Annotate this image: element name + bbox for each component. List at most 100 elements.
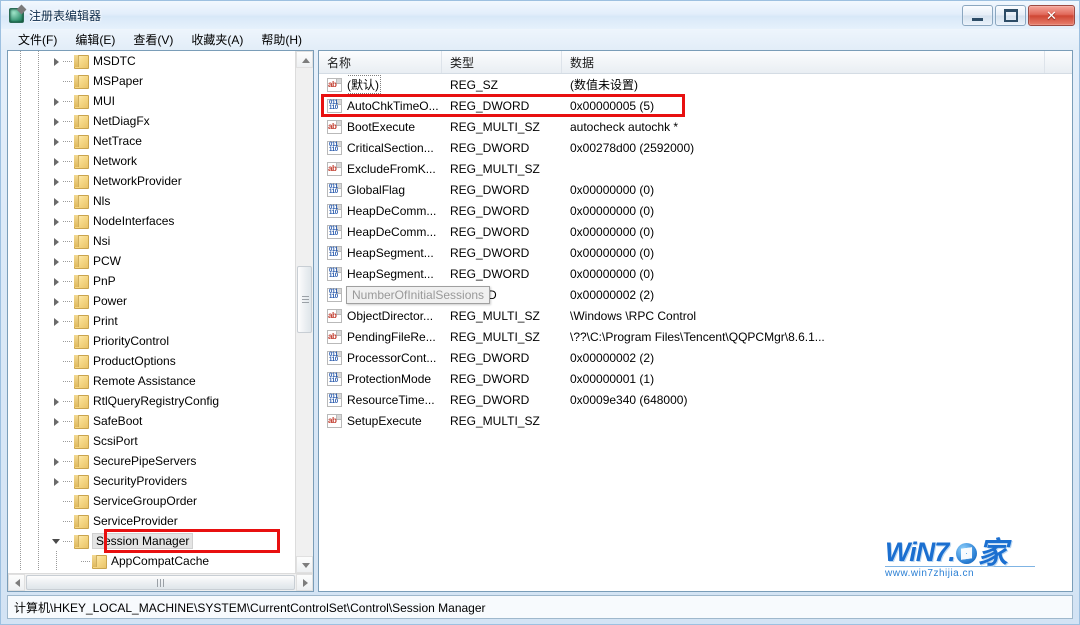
tree-item-msdtc[interactable]: MSDTC (8, 51, 313, 71)
table-row[interactable]: 011 110 ProcessorCont... REG_DWORD 0x0000000… (319, 347, 1072, 368)
tree-hscroll-track[interactable] (25, 574, 296, 591)
chevron-up-icon (302, 58, 310, 63)
tree-item-network[interactable]: Network (8, 151, 313, 171)
tree-scroll-thumb[interactable] (297, 266, 312, 333)
expand-arrow-icon[interactable] (50, 255, 63, 268)
tree-scroll-right-button[interactable] (296, 574, 313, 591)
tree-item-prioritycontrol[interactable]: PriorityControl (8, 331, 313, 351)
expand-arrow-icon[interactable] (50, 395, 63, 408)
tree-connector (63, 160, 72, 162)
collapse-arrow-icon[interactable] (50, 535, 63, 548)
column-header-name[interactable]: 名称 (319, 51, 442, 73)
tree-guide-line (20, 451, 21, 471)
expand-arrow-icon[interactable] (50, 155, 63, 168)
table-row[interactable]: 011 110 CriticalSection... REG_DWORD 0x00278… (319, 137, 1072, 158)
table-row[interactable]: ab SetupExecute REG_MULTI_SZ (319, 410, 1072, 431)
tree-hscroll-thumb[interactable] (26, 575, 295, 590)
expand-arrow-icon[interactable] (50, 235, 63, 248)
tree-item-nls[interactable]: Nls (8, 191, 313, 211)
expand-arrow-icon[interactable] (50, 455, 63, 468)
table-row[interactable]: 011 110 HeapSegment... REG_DWORD 0x00000000 … (319, 242, 1072, 263)
table-row[interactable]: ab ExcludeFromK... REG_MULTI_SZ (319, 158, 1072, 179)
expand-arrow-icon[interactable] (50, 275, 63, 288)
table-row[interactable]: ab BootExecute REG_MULTI_SZ autocheck autoc… (319, 116, 1072, 137)
expand-arrow-icon[interactable] (50, 95, 63, 108)
menu-file[interactable]: 文件(F) (9, 29, 66, 50)
tree-scroll-up-button[interactable] (296, 51, 313, 68)
dword-value-icon: 011 110 (327, 350, 342, 365)
tree-connector (63, 200, 72, 202)
tree-vertical-scrollbar[interactable] (295, 51, 313, 573)
title-bar[interactable]: 注册表编辑器 ✕ (1, 1, 1079, 29)
grip-icon (156, 578, 165, 587)
expand-arrow-icon[interactable] (50, 315, 63, 328)
tree-item-remote-assistance[interactable]: Remote Assistance (8, 371, 313, 391)
tree-item-productoptions[interactable]: ProductOptions (8, 351, 313, 371)
table-row[interactable]: 011 110 HeapDeComm... REG_DWORD 0x00000000 (… (319, 200, 1072, 221)
expand-arrow-icon[interactable] (50, 195, 63, 208)
expand-arrow-icon[interactable] (50, 475, 63, 488)
tree-item-power[interactable]: Power (8, 291, 313, 311)
table-row[interactable]: 011 110 HeapSegment... REG_DWORD 0x00000000 … (319, 263, 1072, 284)
list-header: 名称 类型 数据 (319, 51, 1072, 74)
cell-value-type: REG_MULTI_SZ (450, 161, 540, 176)
table-row[interactable]: 011 110 ProtectionMode REG_DWORD 0x00000001 … (319, 368, 1072, 389)
menu-edit[interactable]: 编辑(E) (66, 29, 124, 50)
table-row[interactable]: ab ObjectDirector... REG_MULTI_SZ \Windows … (319, 305, 1072, 326)
expand-arrow-icon[interactable] (50, 115, 63, 128)
tree-item-scsiport[interactable]: ScsiPort (8, 431, 313, 451)
tree-item-appcompatcache[interactable]: AppCompatCache (8, 551, 313, 571)
dword-value-icon: 011 110 (327, 392, 342, 407)
column-header-data[interactable]: 数据 (562, 51, 1045, 73)
table-row[interactable]: 011 110 ResourceTime... REG_DWORD 0x0009e340… (319, 389, 1072, 410)
tree-item-nodeinterfaces[interactable]: NodeInterfaces (8, 211, 313, 231)
tree-item-nettrace[interactable]: NetTrace (8, 131, 313, 151)
maximize-button[interactable] (995, 5, 1026, 26)
tree-arrow-placeholder (50, 515, 63, 528)
expand-arrow-icon[interactable] (50, 415, 63, 428)
expand-arrow-icon[interactable] (50, 295, 63, 308)
tree-item-safeboot[interactable]: SafeBoot (8, 411, 313, 431)
tree-item-mui[interactable]: MUI (8, 91, 313, 111)
table-row[interactable]: 011 110 GlobalFlag REG_DWORD 0x00000000 (0) (319, 179, 1072, 200)
expand-arrow-icon[interactable] (50, 215, 63, 228)
registry-values-list[interactable]: ab (默认) REG_SZ (数值未设置) 011 110 AutoChkTimeO...… (319, 74, 1072, 591)
tree-item-pcw[interactable]: PCW (8, 251, 313, 271)
tree-item-serviceprovider[interactable]: ServiceProvider (8, 511, 313, 531)
menu-view[interactable]: 查看(V) (124, 29, 182, 50)
cell-value-name: (默认) (347, 75, 450, 94)
expand-arrow-icon[interactable] (50, 175, 63, 188)
close-button[interactable]: ✕ (1028, 5, 1075, 26)
menu-favorites[interactable]: 收藏夹(A) (182, 29, 252, 50)
expand-arrow-icon[interactable] (50, 135, 63, 148)
tree-item-networkprovider[interactable]: NetworkProvider (8, 171, 313, 191)
tree-item-rtlqueryregistryconfig[interactable]: RtlQueryRegistryConfig (8, 391, 313, 411)
tree-horizontal-scrollbar[interactable] (8, 573, 313, 591)
tree-item-label: Remote Assistance (93, 374, 196, 388)
tree-item-session-manager[interactable]: Session Manager (8, 531, 313, 551)
table-row[interactable]: ab PendingFileRe... REG_MULTI_SZ \??\C:\Pro… (319, 326, 1072, 347)
table-row[interactable]: ab (默认) REG_SZ (数值未设置) (319, 74, 1072, 95)
cell-value-name: HeapSegment... (347, 245, 434, 260)
tree-item-nsi[interactable]: Nsi (8, 231, 313, 251)
table-row[interactable]: 011 110 AutoChkTimeO... REG_DWORD 0x00000005… (319, 95, 1072, 116)
tree-scroll-left-button[interactable] (8, 574, 25, 591)
tree-item-mspaper[interactable]: MSPaper (8, 71, 313, 91)
tree-item-print[interactable]: Print (8, 311, 313, 331)
tree-guide-line (20, 171, 21, 191)
minimize-button[interactable] (962, 5, 993, 26)
folder-icon (72, 294, 89, 309)
tree-guide-line (38, 211, 39, 231)
tree-item-servicegrouporder[interactable]: ServiceGroupOrder (8, 491, 313, 511)
tree-item-pnp[interactable]: PnP (8, 271, 313, 291)
tree-item-securityproviders[interactable]: SecurityProviders (8, 471, 313, 491)
registry-tree[interactable]: MSDTC MSPaper MUI NetDiagFx NetTrace Network N… (8, 51, 313, 573)
tree-item-netdiagfx[interactable]: NetDiagFx (8, 111, 313, 131)
column-header-type[interactable]: 类型 (442, 51, 562, 73)
menu-help[interactable]: 帮助(H) (252, 29, 311, 50)
tree-guide-line (20, 431, 21, 451)
tree-item-securepipeservers[interactable]: SecurePipeServers (8, 451, 313, 471)
tree-scroll-down-button[interactable] (296, 556, 313, 573)
table-row[interactable]: 011 110 HeapDeComm... REG_DWORD 0x00000000 (… (319, 221, 1072, 242)
expand-arrow-icon[interactable] (50, 55, 63, 68)
